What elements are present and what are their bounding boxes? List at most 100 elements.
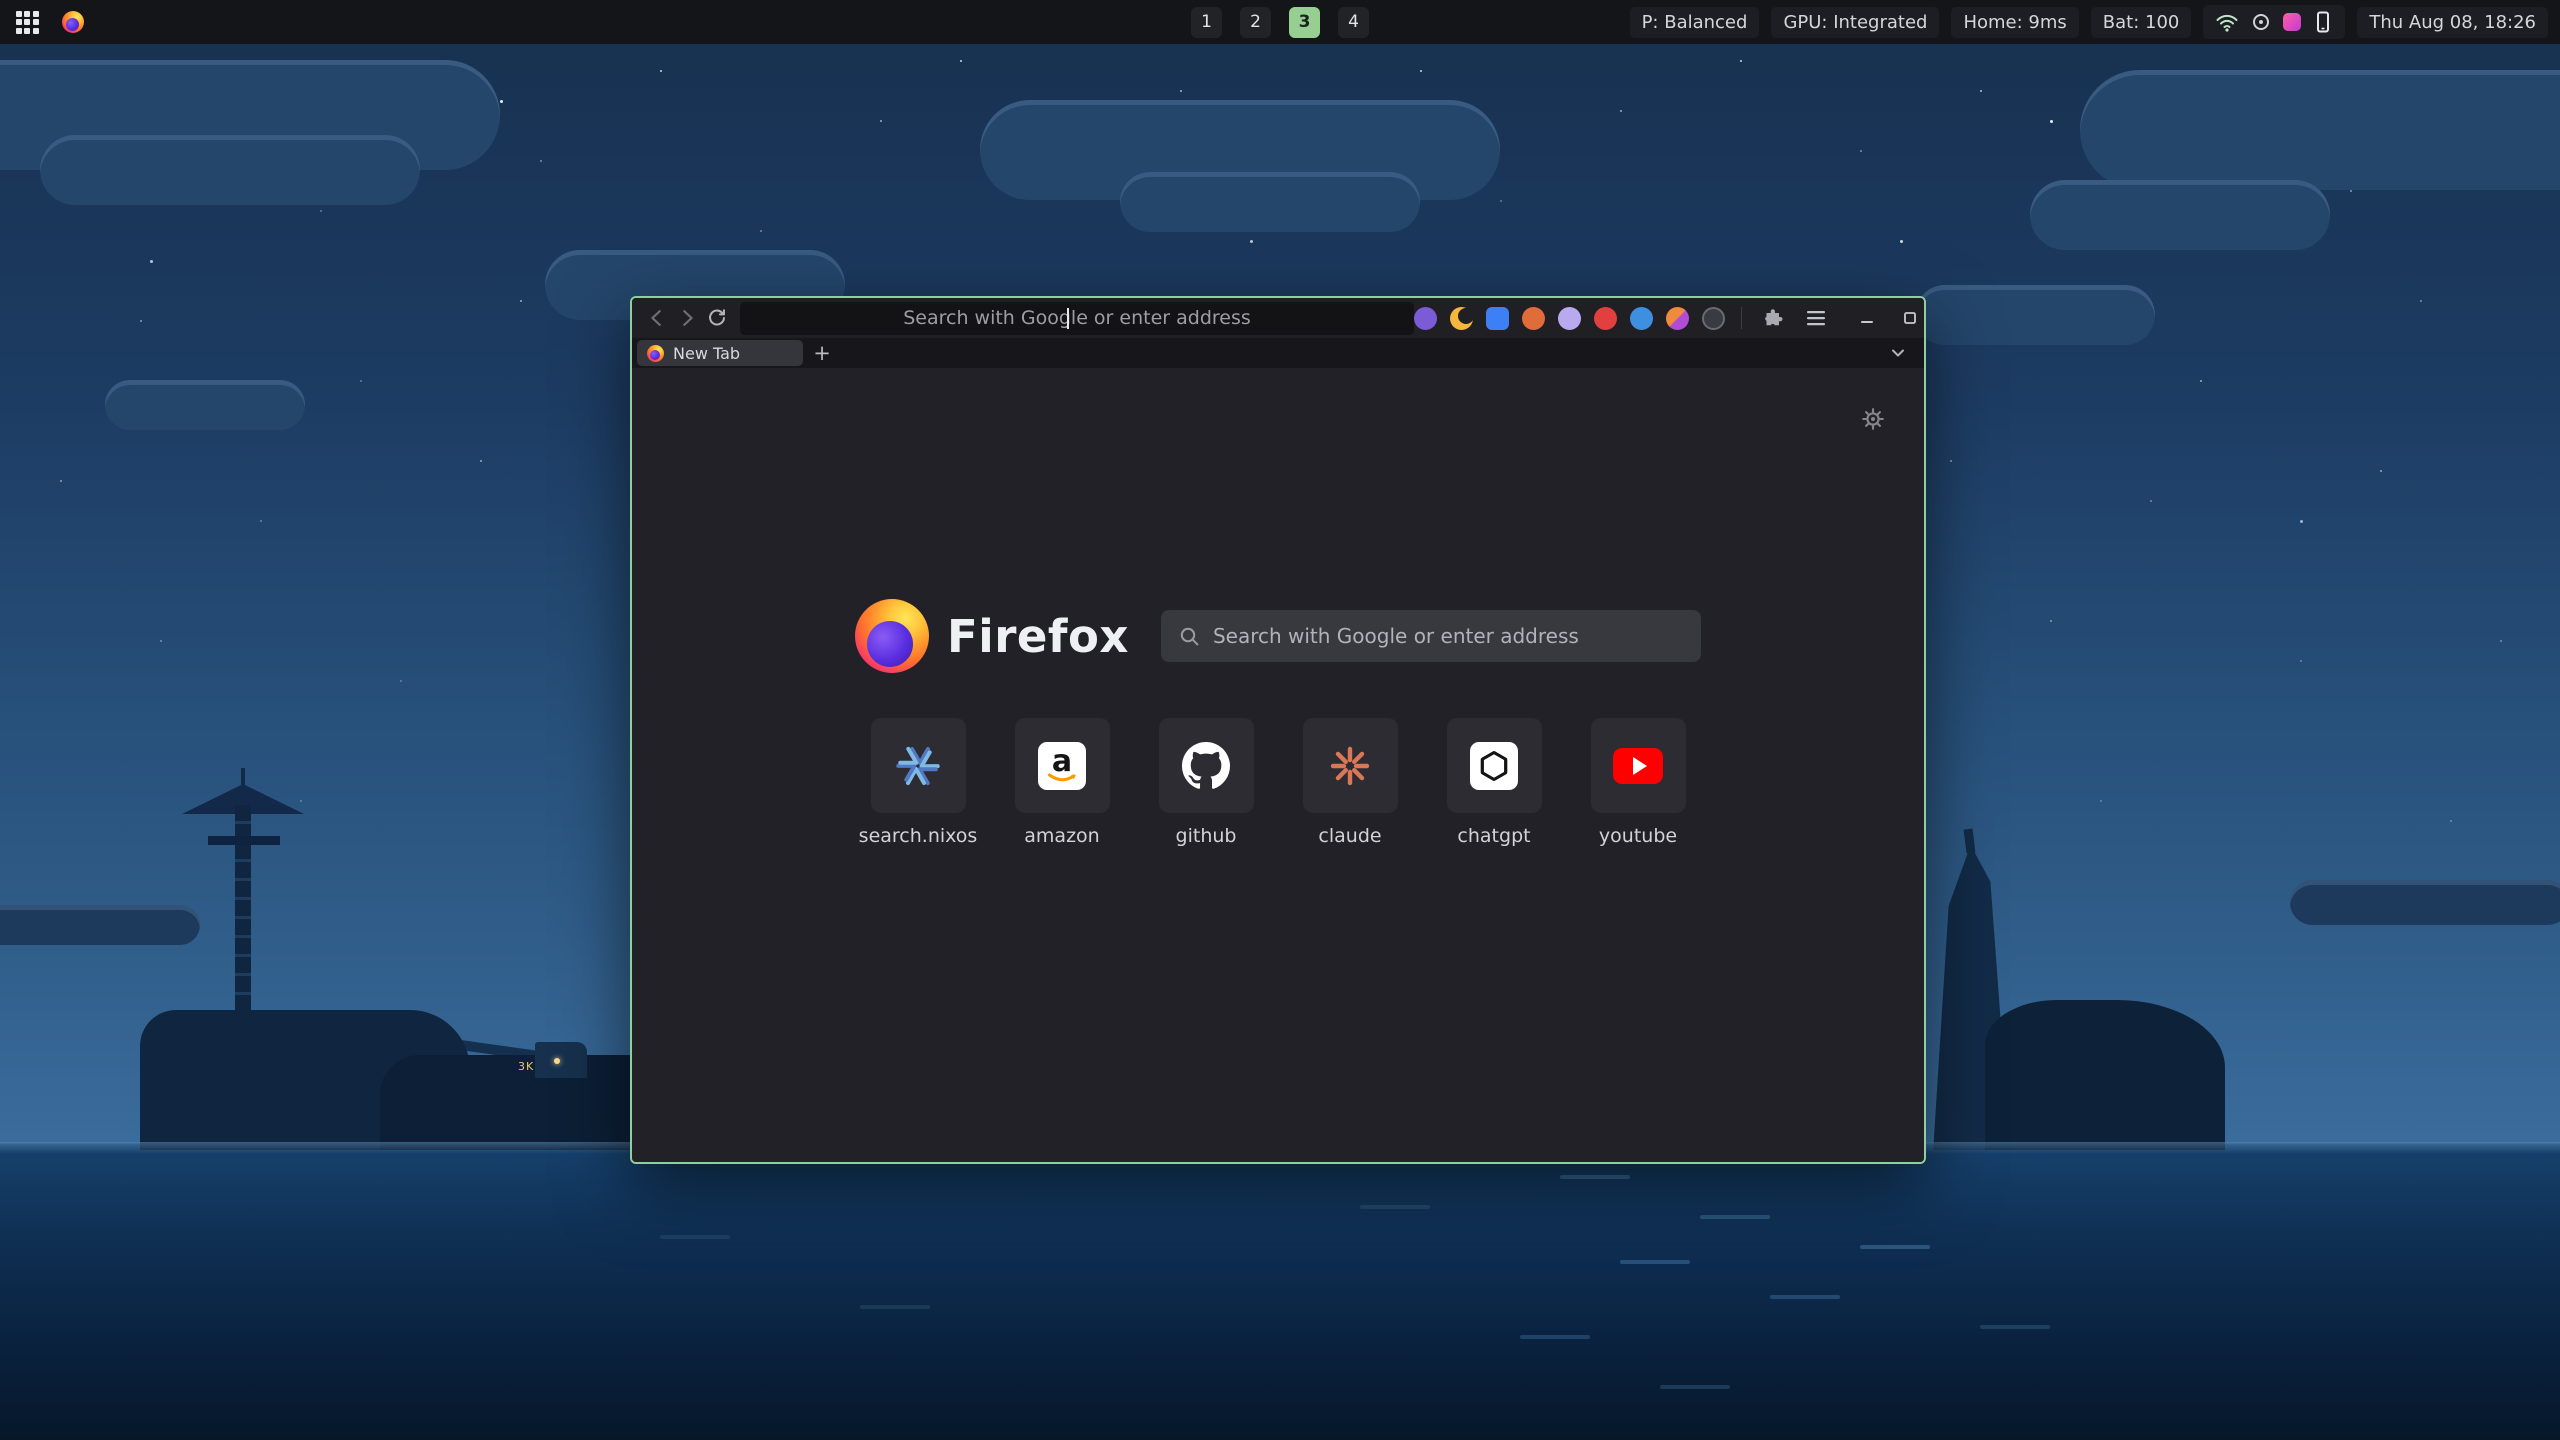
wallpaper-cloud	[105, 380, 305, 430]
github-icon	[1182, 742, 1230, 790]
wallpaper-island-left: 3K	[140, 780, 700, 1150]
toolbar-divider	[1741, 307, 1742, 329]
shortcut-github[interactable]: github	[1159, 718, 1254, 847]
shortcut-search-nixos[interactable]: search.nixos	[871, 718, 966, 847]
apps-grid-glyph	[16, 11, 39, 34]
battery-status: Bat: 100	[2091, 7, 2192, 38]
tab-strip: New Tab +	[632, 338, 1924, 368]
workspace-2[interactable]: 2	[1240, 7, 1271, 38]
reload-button[interactable]	[702, 303, 732, 333]
newtab-search-input[interactable]	[1213, 624, 1683, 648]
shortcut-tile[interactable]	[1447, 718, 1542, 813]
amazon-letter: a	[1052, 747, 1072, 777]
wallpaper-cloud	[1915, 285, 2155, 345]
launcher-group	[12, 7, 88, 37]
clock: Thu Aug 08, 18:26	[2357, 7, 2548, 38]
navigation-toolbar: Search with Google or enter address	[632, 298, 1924, 338]
forward-button[interactable]	[672, 303, 702, 333]
extensions-puzzle-icon[interactable]	[1758, 303, 1788, 333]
shortcut-tile[interactable]	[1159, 718, 1254, 813]
firefox-logo	[855, 599, 929, 673]
window-minimize-button[interactable]	[1852, 303, 1882, 333]
extension-slot-9-icon[interactable]	[1702, 307, 1725, 330]
new-tab-button[interactable]: +	[809, 340, 835, 366]
newtab-content: Firefox	[632, 368, 1924, 1162]
tower-deck	[208, 836, 280, 845]
amazon-icon: a	[1038, 742, 1086, 790]
water-reflections	[1560, 1175, 1630, 1179]
extension-slot-6-icon[interactable]	[1594, 307, 1617, 330]
tab-new-tab[interactable]: New Tab	[637, 340, 803, 366]
shortcut-tile[interactable]	[1591, 718, 1686, 813]
newtab-settings-gear-icon[interactable]	[1860, 406, 1886, 432]
workspace-3-label: 3	[1299, 12, 1311, 32]
hut-light	[554, 1058, 560, 1064]
status-segments: P: Balanced GPU: Integrated Home: 9ms Ba…	[1630, 5, 2548, 39]
circle-indicator-icon	[2251, 12, 2271, 32]
status-bar: 1 2 3 4 P: Balanced GPU: Integrated Home…	[0, 0, 2560, 44]
display-icon	[2313, 10, 2333, 34]
url-bar-placeholder: Search with Google or enter address	[903, 307, 1251, 329]
url-bar[interactable]: Search with Google or enter address	[740, 302, 1414, 335]
wallpaper-cloud	[40, 135, 420, 205]
shortcut-label: youtube	[1599, 825, 1677, 847]
tab-title: New Tab	[673, 344, 740, 363]
firefox-window: Search with Google or enter address	[630, 296, 1926, 1164]
power-profile-status: P: Balanced	[1630, 7, 1760, 38]
shortcut-amazon[interactable]: a amazon	[1015, 718, 1110, 847]
workspace-switcher: 1 2 3 4	[1191, 7, 1369, 38]
system-tray	[2203, 5, 2345, 39]
workspace-1[interactable]: 1	[1191, 7, 1222, 38]
firefox-icon	[62, 11, 84, 33]
youtube-icon	[1613, 748, 1663, 784]
shortcut-label: github	[1176, 825, 1237, 847]
menu-hamburger-icon[interactable]	[1801, 303, 1831, 333]
theme-swatch-icon	[2283, 13, 2301, 31]
extension-slot-2-icon[interactable]	[1450, 307, 1473, 330]
window-maximize-button[interactable]	[1895, 303, 1925, 333]
apps-grid-icon[interactable]	[12, 7, 42, 37]
newtab-hero: Firefox	[632, 599, 1924, 673]
wallpaper-island-right	[1895, 845, 2225, 1150]
chatgpt-icon	[1470, 742, 1518, 790]
wallpaper-cloud	[2030, 180, 2330, 250]
island-sign: 3K	[518, 1060, 534, 1073]
shortcut-label: amazon	[1024, 825, 1099, 847]
island-hut	[535, 1042, 587, 1078]
workspace-1-label: 1	[1201, 12, 1212, 32]
claude-icon	[1328, 744, 1372, 788]
shortcuts-row: search.nixos a amazon	[632, 718, 1924, 847]
desktop: 3K 1 2 3 4 P: Balan	[0, 0, 2560, 1440]
firefox-launcher-icon[interactable]	[58, 7, 88, 37]
wallpaper-cloud	[1120, 172, 1420, 232]
extension-slot-3-icon[interactable]	[1486, 307, 1509, 330]
tab-favicon-firefox	[647, 345, 664, 362]
text-caret	[1067, 308, 1069, 329]
shortcut-tile[interactable]	[871, 718, 966, 813]
gpu-status: GPU: Integrated	[1771, 7, 1939, 38]
newtab-search-bar[interactable]	[1161, 610, 1701, 662]
back-button[interactable]	[642, 303, 672, 333]
wallpaper-cloud	[2080, 70, 2560, 190]
shortcut-label: claude	[1318, 825, 1381, 847]
shortcut-claude[interactable]: claude	[1303, 718, 1398, 847]
nixos-snowflake-icon	[895, 743, 941, 789]
shortcut-chatgpt[interactable]: chatgpt	[1447, 718, 1542, 847]
island-rock	[1985, 1000, 2225, 1150]
workspace-2-label: 2	[1250, 12, 1261, 32]
list-all-tabs-chevron-icon[interactable]	[1885, 340, 1911, 366]
shortcut-tile[interactable]: a	[1015, 718, 1110, 813]
extension-slot-7-icon[interactable]	[1630, 307, 1653, 330]
wallpaper-cloud	[2290, 880, 2560, 925]
shortcut-youtube[interactable]: youtube	[1591, 718, 1686, 847]
workspace-4[interactable]: 4	[1338, 7, 1369, 38]
extension-slot-4-icon[interactable]	[1522, 307, 1545, 330]
shortcut-label: chatgpt	[1457, 825, 1530, 847]
shortcut-tile[interactable]	[1303, 718, 1398, 813]
extension-slot-5-icon[interactable]	[1558, 307, 1581, 330]
toolbar-right-cluster	[1414, 303, 1926, 333]
workspace-3-active[interactable]: 3	[1289, 7, 1320, 38]
extension-slot-8-icon[interactable]	[1666, 307, 1689, 330]
workspace-4-label: 4	[1348, 12, 1359, 32]
extension-slot-1-icon[interactable]	[1414, 307, 1437, 330]
